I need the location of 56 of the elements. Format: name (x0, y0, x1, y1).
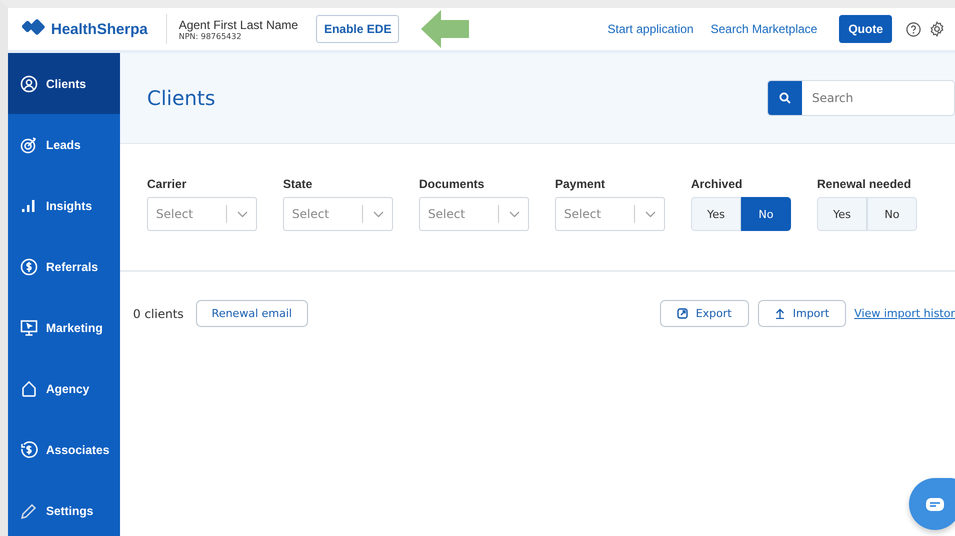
person-icon (20, 74, 38, 92)
filter-label: Carrier (147, 177, 188, 191)
sidebar-item[interactable]: Settings (8, 480, 120, 536)
export-button[interactable]: Export (660, 300, 749, 327)
toggle-option[interactable]: Yes (817, 197, 867, 231)
help-icon[interactable] (906, 22, 921, 36)
quote-button[interactable]: Quote (839, 15, 892, 43)
sidebar-item[interactable]: Referrals (8, 236, 120, 297)
monitor-icon (20, 318, 38, 336)
sidebar-item[interactable]: Associates (8, 419, 120, 480)
sidebar-item[interactable]: Clients (8, 53, 120, 114)
chevron-down-icon (373, 210, 384, 218)
filter-label: State (283, 177, 314, 191)
sidebar-item[interactable]: Agency (8, 358, 120, 419)
filter-label: Renewal needed (817, 177, 912, 191)
client-count: 0 clients (133, 306, 184, 320)
export-icon (676, 308, 688, 319)
select-dropdown[interactable]: Select (147, 197, 257, 231)
chevron-down-icon (645, 210, 656, 218)
toggle-option[interactable]: No (867, 197, 917, 231)
sidebar-item[interactable]: Insights (8, 175, 120, 236)
chat-icon (925, 496, 945, 512)
search-field[interactable]: Search (767, 80, 955, 116)
import-button[interactable]: Import (758, 300, 846, 327)
page-title: Clients (147, 86, 216, 110)
select-dropdown[interactable]: Select (555, 197, 665, 231)
search-icon[interactable] (768, 81, 802, 115)
select-dropdown[interactable]: Select (283, 197, 393, 231)
chevron-down-icon (509, 210, 520, 218)
toggle-option[interactable]: No (741, 197, 791, 231)
filter-label: Payment (555, 177, 606, 191)
logo[interactable]: HealthSherpa (22, 14, 167, 44)
enable-ede-button[interactable]: Enable EDE (316, 15, 400, 43)
upload-icon (774, 308, 785, 319)
header-link[interactable]: Search Marketplace (710, 22, 818, 36)
renewal-email-button[interactable]: Renewal email (196, 300, 308, 327)
view-import-history-link[interactable]: View import histor (854, 307, 955, 320)
sidebar-item[interactable]: Leads (8, 114, 120, 175)
target-icon (20, 136, 38, 154)
sidebar-item[interactable]: Marketing (8, 297, 120, 358)
house-icon (20, 380, 38, 398)
select-dropdown[interactable]: Select (419, 197, 529, 231)
filter-label: Documents (419, 177, 486, 191)
header-link[interactable]: Start application (608, 22, 694, 36)
chevron-down-icon (237, 210, 248, 218)
npn-number: NPN: 98765432 (178, 32, 242, 40)
chat-button[interactable] (909, 478, 955, 530)
dollar-icon (20, 258, 38, 276)
agent-name: Agent First Last Name (178, 18, 298, 32)
settings-icon[interactable] (929, 21, 945, 37)
arrow-icon (421, 10, 470, 48)
pencil-icon (20, 502, 38, 520)
filter-label: Archived (691, 177, 744, 191)
logo-text: HealthSherpa (51, 20, 148, 38)
toggle-option[interactable]: Yes (691, 197, 741, 231)
dollar-cycle-icon (20, 440, 38, 458)
